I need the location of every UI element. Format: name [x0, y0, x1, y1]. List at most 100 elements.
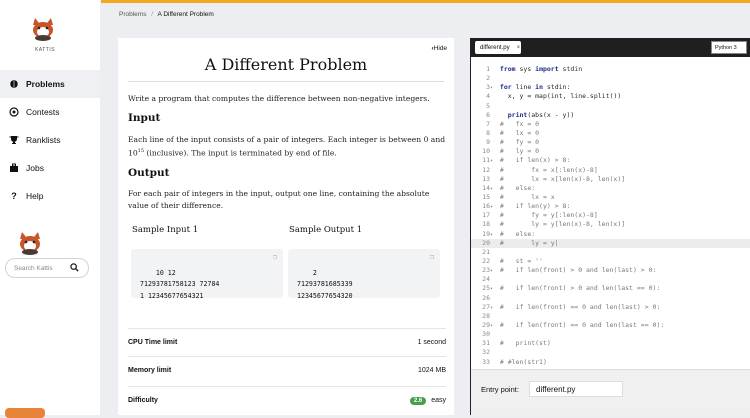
code-line: 33 # #len(str1): [482, 357, 547, 366]
difficulty-row: Difficulty 2.6 easy: [128, 386, 446, 414]
code-line: 14▾ # else:: [482, 183, 536, 192]
nav-item-jobs[interactable]: Jobs: [0, 154, 100, 182]
code-line: 27▾ # if len(front) == 0 and len(last) >…: [482, 302, 661, 311]
nav-label-contests: Contests: [26, 107, 60, 117]
sample-output-box: 2 71293781685339 12345677654320 ❐: [288, 249, 440, 300]
code-line: 2: [486, 74, 490, 83]
code-line: 12 # fx = x[:len(x)-8]: [482, 165, 598, 174]
code-line: 13 # lx = x[len(x)-8, len(x)]: [482, 174, 626, 183]
code-line: 29▾ # if len(front) == 0 and len(last ==…: [482, 320, 665, 329]
editor-header: different.py × Python 3: [471, 38, 750, 57]
jobs-icon: [9, 163, 19, 173]
main-nav: Problems Contests Ranklists Jobs ? Help: [0, 70, 100, 210]
code-line: 31 # print(st): [482, 339, 551, 348]
sidebar: KATTIS Problems Contests Ranklists Jobs: [0, 0, 100, 418]
top-accent-bar: [101, 0, 750, 3]
trophy-icon: [9, 135, 19, 145]
input-text-base: 10: [128, 148, 138, 158]
code-line: 16▾ # if len(y) > 8:: [482, 202, 571, 211]
kattis-logo-icon[interactable]: [30, 17, 56, 41]
mascot-icon: [20, 232, 40, 255]
sample-output-label: Sample Output 1: [289, 225, 363, 235]
problems-icon: [9, 79, 19, 89]
input-heading: Input: [128, 112, 161, 124]
search-placeholder: Search Kattis: [14, 264, 53, 272]
nav-item-problems[interactable]: Problems: [0, 70, 100, 98]
cpu-label: CPU Time limit: [128, 339, 178, 346]
code-line: 8 # lx = 0: [486, 128, 540, 137]
difficulty-badge: 2.6: [409, 396, 427, 405]
memory-row: Memory limit 1024 MB: [128, 356, 446, 384]
code-line: 6 print(abs(x - y)): [486, 110, 575, 119]
output-heading: Output: [128, 167, 170, 179]
nav-label-help: Help: [26, 191, 44, 201]
input-text-rest: (inclusive). The input is terminated by …: [144, 148, 337, 158]
code-line: 26: [482, 293, 490, 302]
problem-title: A Different Problem: [204, 55, 368, 74]
breadcrumb-separator: /: [151, 11, 154, 18]
code-line: 4 x, y = map(int, line.split()): [486, 92, 622, 101]
nav-label-problems: Problems: [26, 79, 65, 89]
code-line: 9 # fy = 0: [486, 138, 540, 147]
output-description: For each pair of integers in the input, …: [128, 189, 430, 210]
code-line: 24: [482, 275, 490, 284]
problem-intro: Write a program that computes the differ…: [128, 94, 430, 103]
difficulty-value: easy: [431, 396, 446, 404]
editor-footer: Entry point: different.py: [471, 369, 750, 415]
copy-icon[interactable]: ❐: [273, 252, 277, 264]
code-line: 7 # fx = 0: [486, 119, 540, 128]
entry-point-input[interactable]: different.py: [529, 381, 623, 397]
code-line: 5: [486, 101, 490, 110]
contests-icon: [9, 107, 19, 117]
memory-value: 1024 MB: [417, 367, 446, 374]
code-line-active: 20 # ly = y|: [471, 238, 750, 248]
code-line: 18 # ly = y[len(x)-8, len(x)]: [482, 220, 626, 229]
feedback-tab[interactable]: [5, 408, 45, 418]
code-line: 30: [482, 330, 490, 339]
code-line: 10 # ly = 0: [482, 147, 540, 156]
close-icon[interactable]: ×: [517, 45, 521, 51]
file-tab-label: different.py: [480, 44, 510, 51]
hide-label: Hide: [433, 45, 447, 52]
help-icon: ?: [11, 191, 17, 201]
input-text-a: Each line of the input consists of a pai…: [128, 135, 446, 144]
sample-input-text: 10 12 71293781758123 72784 1 12345677654…: [140, 268, 220, 300]
code-line: 17 # fy = y[:len(x)-8]: [482, 211, 598, 220]
nav-item-ranklists[interactable]: Ranklists: [0, 126, 100, 154]
nav-label-ranklists: Ranklists: [26, 135, 61, 145]
code-line: 25▾ # if len(front) > 0 and len(last == …: [482, 284, 661, 293]
code-line: 23▾ # if len(front) > 0 and len(last) > …: [482, 266, 657, 275]
nav-label-jobs: Jobs: [26, 163, 44, 173]
code-area[interactable]: 1 from sys import stdin 2 3▾ for line in…: [471, 65, 750, 367]
breadcrumb: Problems / A Different Problem: [119, 11, 214, 18]
code-line: 3▾ for line in stdin:: [486, 83, 571, 92]
copy-icon[interactable]: ❐: [430, 252, 434, 264]
code-line: 21: [482, 247, 490, 256]
hide-button[interactable]: ‹Hide: [431, 45, 447, 52]
sample-output-text: 2 71293781685339 12345677654320: [297, 268, 353, 300]
breadcrumb-problems[interactable]: Problems: [119, 11, 146, 18]
code-line: 22 # st = '': [482, 256, 543, 265]
code-line: 15 # lx = x: [482, 192, 555, 201]
memory-label: Memory limit: [128, 367, 172, 374]
nav-item-help[interactable]: ? Help: [0, 182, 100, 210]
code-line: 28: [482, 311, 490, 320]
difficulty-label: Difficulty: [128, 397, 158, 404]
problem-panel: ‹Hide A Different Problem Write a progra…: [118, 38, 454, 415]
code-line: 1 from sys import stdin: [486, 65, 583, 73]
entry-point-label: Entry point:: [481, 385, 519, 394]
cpu-time-row: CPU Time limit 1 second: [128, 328, 446, 356]
input-description: Each line of the input consists of a pai…: [128, 134, 446, 159]
logo-text: KATTIS: [34, 47, 56, 53]
code-line: 11▾ # if len(x) > 8:: [482, 156, 571, 165]
title-divider: [128, 81, 444, 82]
cpu-value: 1 second: [417, 339, 446, 346]
nav-item-contests[interactable]: Contests: [0, 98, 100, 126]
language-select[interactable]: Python 3: [711, 41, 747, 54]
difficulty-value-wrap: 2.6 easy: [409, 396, 446, 405]
sample-input-label: Sample Input 1: [132, 225, 199, 235]
file-tab[interactable]: different.py ×: [475, 41, 521, 54]
search-input[interactable]: Search Kattis: [5, 258, 89, 278]
breadcrumb-current: A Different Problem: [157, 11, 214, 18]
search-icon[interactable]: [70, 263, 79, 274]
